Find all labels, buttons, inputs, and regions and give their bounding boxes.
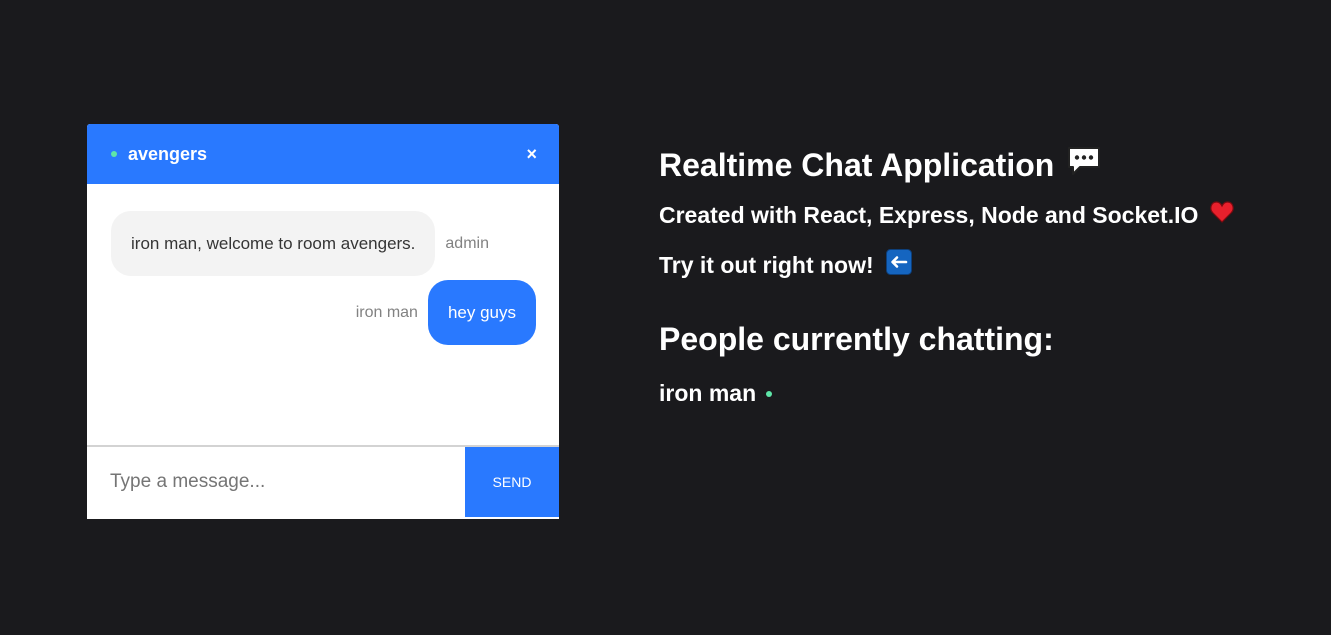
message-bubble: hey guys bbox=[427, 280, 536, 345]
online-dot-icon bbox=[766, 390, 773, 397]
left-arrow-icon bbox=[885, 249, 912, 281]
message-input[interactable] bbox=[87, 447, 465, 517]
speech-balloon-icon bbox=[1066, 145, 1102, 185]
app-subtitle: Created with React, Express, Node and So… bbox=[659, 201, 1235, 229]
close-icon[interactable]: × bbox=[526, 145, 537, 163]
send-button[interactable]: Send bbox=[465, 447, 559, 517]
app-title: Realtime Chat Application bbox=[659, 145, 1234, 185]
message-sender: iron man bbox=[355, 303, 418, 321]
app-subtitle-text: Created with React, Express, Node and So… bbox=[659, 201, 1199, 228]
room-name: avengers bbox=[128, 143, 208, 164]
chat-header: avengers × bbox=[87, 124, 559, 184]
room-info: avengers bbox=[111, 144, 207, 165]
message-row: iron man, welcome to room avengers. admi… bbox=[111, 211, 536, 276]
message-composer: Send bbox=[87, 447, 559, 517]
people-title: People currently chatting: bbox=[659, 321, 1054, 357]
person-item: iron man bbox=[659, 380, 1234, 407]
app-title-text: Realtime Chat Application bbox=[659, 146, 1055, 183]
cta-text-row: Try it out right now! bbox=[659, 249, 1234, 281]
info-panel: Realtime Chat Application Created with R… bbox=[659, 145, 1235, 407]
heart-icon bbox=[1210, 201, 1235, 229]
chat-window: avengers × iron man, welcome to room ave… bbox=[87, 124, 559, 519]
person-name: iron man bbox=[659, 380, 757, 406]
message-sender: admin bbox=[445, 234, 489, 252]
message-row: iron man hey guys bbox=[111, 280, 536, 345]
cta-text: Try it out right now! bbox=[659, 251, 874, 278]
online-dot-icon bbox=[111, 151, 117, 157]
message-bubble: iron man, welcome to room avengers. bbox=[111, 211, 436, 276]
message-list[interactable]: iron man, welcome to room avengers. admi… bbox=[87, 184, 559, 447]
